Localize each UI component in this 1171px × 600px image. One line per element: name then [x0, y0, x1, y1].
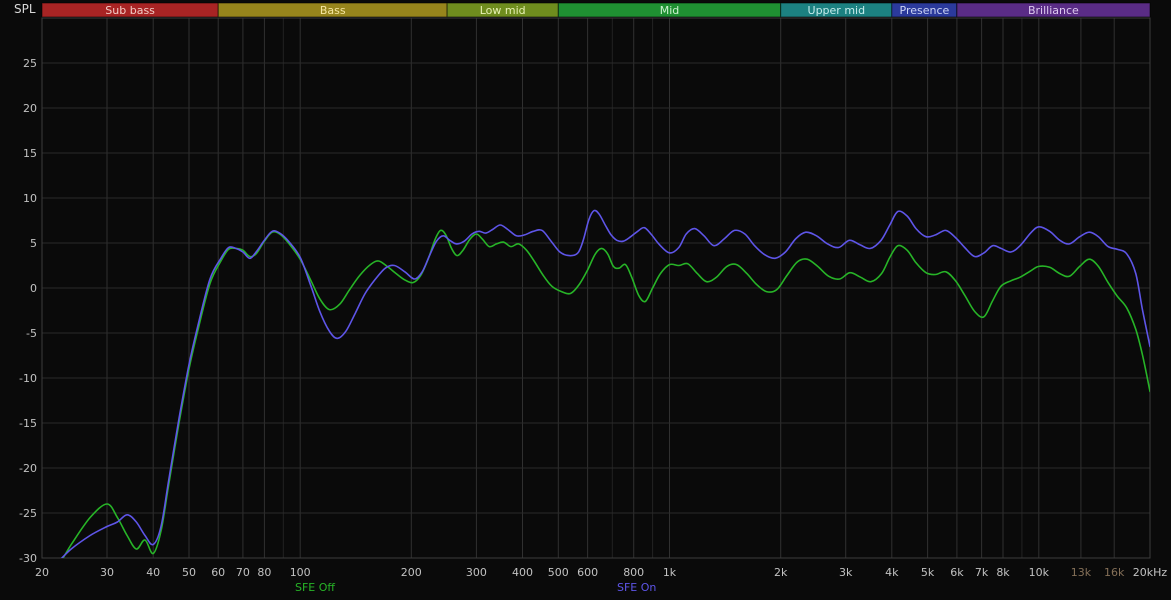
band-label: Presence [900, 4, 950, 17]
x-tick-label: 200 [401, 566, 422, 579]
band-label: Mid [660, 4, 680, 17]
band-brilliance: Brilliance [956, 2, 1151, 18]
x-tick-label: 500 [548, 566, 569, 579]
y-tick-label: -30 [19, 552, 37, 565]
y-tick-label: -15 [19, 417, 37, 430]
band-label: Bass [320, 4, 346, 17]
y-tick-label: -10 [19, 372, 37, 385]
x-tick-label: 80 [257, 566, 271, 579]
x-tick-label: 3k [839, 566, 853, 579]
y-tick-label: 5 [30, 237, 37, 250]
band-bass: Bass [217, 2, 448, 18]
x-tick-label: 8k [996, 566, 1010, 579]
y-tick-label: 10 [23, 192, 37, 205]
band-sub-bass: Sub bass [41, 2, 219, 18]
band-label: Upper mid [808, 4, 866, 17]
x-tick-label: 16k [1104, 566, 1125, 579]
band-label: Low mid [480, 4, 526, 17]
y-tick-label: -20 [19, 462, 37, 475]
band-label: Brilliance [1028, 4, 1079, 17]
legend-sfe-on[interactable]: SFE On [617, 581, 656, 594]
axis-labels: 2520151050-5-10-15-20-25-3020 30 40 50 60 70 8… [19, 57, 1167, 579]
x-tick-label: 20 [35, 566, 49, 579]
band-mid: Mid [557, 2, 782, 18]
band-upper-mid: Upper mid [780, 2, 893, 18]
band-label: Sub bass [105, 4, 155, 17]
x-tick-label: 5k [921, 566, 935, 579]
y-tick-label: 0 [30, 282, 37, 295]
x-tick-label: 300 [466, 566, 487, 579]
y-tick-label: -5 [26, 327, 37, 340]
spl-measurement-app: { "chart_data": { "type": "line", "title… [0, 0, 1171, 600]
y-tick-label: 20 [23, 102, 37, 115]
x-tick-label: 30 [100, 566, 114, 579]
x-tick-label: 50 [182, 566, 196, 579]
y-tick-label: 25 [23, 57, 37, 70]
band-low-mid: Low mid [446, 2, 559, 18]
x-tick-label: 40 [146, 566, 160, 579]
band-presence: Presence [891, 2, 958, 18]
x-tick-label: 70 [236, 566, 250, 579]
x-tick-label: 4k [885, 566, 899, 579]
x-tick-label: 20kHz [1133, 566, 1168, 579]
curve-sfe-on[interactable] [42, 209, 1150, 576]
y-tick-label: 15 [23, 147, 37, 160]
curves [42, 209, 1150, 576]
x-tick-label: 1k [663, 566, 677, 579]
x-tick-label: 10k [1029, 566, 1050, 579]
legend-sfe-off[interactable]: SFE Off [295, 581, 335, 594]
x-tick-label: 400 [512, 566, 533, 579]
x-tick-label: 60 [211, 566, 225, 579]
frequency-response-chart: Sub bass Bass Low mid Mid Upper mid Presence B… [19, 2, 1167, 579]
x-tick-label: 6k [950, 566, 964, 579]
y-tick-label: -25 [19, 507, 37, 520]
x-tick-label: 600 [577, 566, 598, 579]
x-tick-label: 800 [623, 566, 644, 579]
x-tick-label: 100 [290, 566, 311, 579]
x-tick-label: 13k [1071, 566, 1092, 579]
x-tick-label: 2k [774, 566, 788, 579]
x-tick-label: 7k [975, 566, 989, 579]
frequency-band-bar: Sub bass Bass Low mid Mid Upper mid Presence B… [41, 2, 1151, 18]
